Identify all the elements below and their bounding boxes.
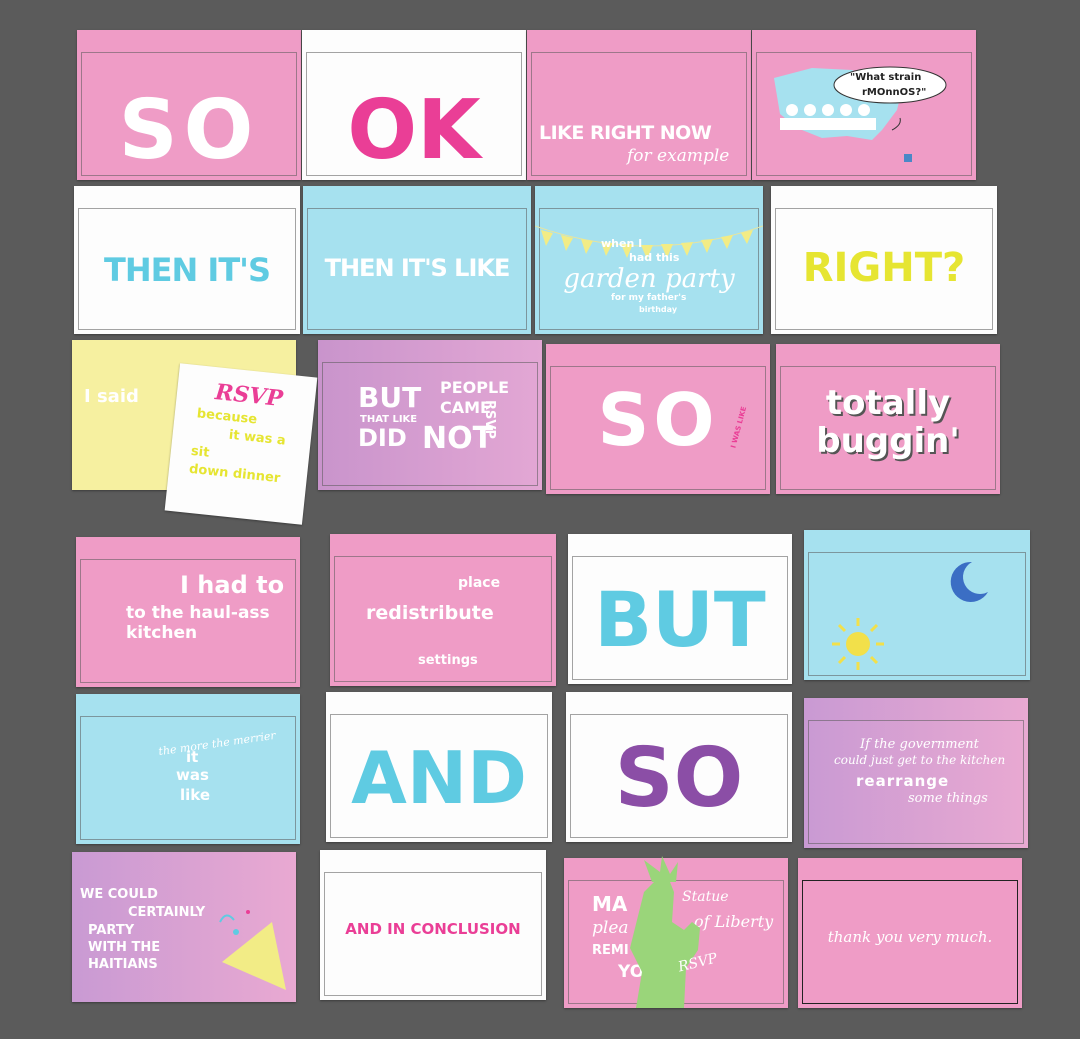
card-right: RIGHT?	[771, 186, 997, 334]
kitchen-text: kitchen	[126, 623, 198, 643]
settings-text: settings	[418, 653, 478, 668]
totally-text: totally	[825, 383, 951, 423]
but-text: BUT	[358, 381, 422, 414]
and-in-conclusion-text: AND IN CONCLUSION	[345, 920, 521, 938]
haitians-text: HAITIANS	[88, 957, 158, 972]
card-so-3: SO	[566, 692, 792, 842]
buggin-text: buggin'	[816, 421, 960, 461]
we-could-text: WE COULD	[80, 887, 158, 902]
card-haitians: WE COULD CERTAINLY PARTY WITH THE HAITIA…	[72, 852, 296, 1002]
party-text: PARTY	[88, 923, 135, 938]
and-text: AND	[351, 736, 527, 820]
because-text: because	[196, 406, 258, 428]
card-then-its: THEN IT'S	[74, 186, 300, 334]
card-garden-party: when I had this garden party for my fath…	[535, 186, 763, 334]
then-its-like-text: THEN IT'S LIKE	[324, 254, 511, 282]
card-thank-you: thank you very much.	[798, 858, 1022, 1008]
card-i-had-to: I had to to the haul-ass kitchen	[76, 537, 300, 687]
like-text: like	[180, 786, 211, 804]
when-i-text: when I	[601, 237, 643, 250]
garden-party-text: garden party	[563, 264, 735, 294]
had-this-text: had this	[629, 251, 680, 264]
card-government: If the government could just get to the …	[804, 698, 1028, 848]
card-but-people: BUT PEOPLE CAME THAT LIKE DID NOT RSVP	[318, 340, 542, 490]
could-just-text: could just get to the kitchen	[834, 753, 1006, 767]
i-had-to-text: I had to	[180, 571, 285, 599]
card-but-2: BUT	[568, 534, 792, 684]
was-text: was	[176, 766, 209, 784]
to-the-haul-text: to the haul-ass	[126, 603, 270, 623]
thank-you-text: thank you very much.	[827, 928, 993, 946]
so-3-text: SO	[614, 731, 744, 826]
birthday-text: birthday	[639, 305, 678, 314]
right-text: RIGHT?	[802, 245, 966, 291]
rsvp-text: RSVP	[213, 379, 285, 413]
card-like-right-now: LIKE RIGHT NOW for example	[527, 30, 751, 180]
moon-icon	[950, 561, 988, 602]
card-and-in-conclusion: AND IN CONCLUSION	[320, 850, 546, 1000]
but-2-text: BUT	[594, 575, 766, 664]
card-so: SO	[77, 30, 301, 180]
it-text: it	[186, 748, 199, 766]
map-bubble-line-2: rMOnnOS?"	[862, 87, 927, 98]
it-was-a-text: it was a	[228, 427, 287, 449]
down-dinner-text: down dinner	[188, 461, 281, 487]
card-rsvp-note: RSVP because it was a sit down dinner	[164, 363, 318, 525]
people-text: PEOPLE	[440, 378, 510, 397]
card-then-its-like: THEN IT'S LIKE	[303, 186, 531, 334]
rsvp-vertical-text: RSVP	[482, 400, 497, 439]
if-government-text: If the government	[860, 737, 979, 752]
card-so-text: SO	[118, 83, 260, 178]
fathers-bday-text: for my father's	[611, 293, 687, 303]
usa-map-icon	[774, 66, 947, 162]
for-example-text: for example	[627, 146, 730, 166]
card-redistribute: place redistribute settings	[330, 534, 556, 686]
card-sun-moon	[804, 530, 1030, 680]
rearrange-text: rearrange	[856, 772, 950, 790]
some-things-text: some things	[908, 791, 988, 806]
card-so-2: SO I WAS LIKE	[546, 344, 770, 494]
i-said-text: I said	[84, 386, 139, 407]
statue-of-liberty-icon	[630, 856, 700, 1008]
card-more-the-merrier: the more the merrier it was like	[76, 694, 300, 844]
place-text: place	[458, 575, 501, 591]
with-the-text: WITH THE	[88, 940, 161, 955]
certainly-text: CERTAINLY	[128, 905, 206, 920]
card-ok: OK	[302, 30, 526, 180]
card-totally-buggin: totally buggin'	[776, 344, 1000, 494]
card-ok-text: OK	[347, 83, 481, 178]
sit-text: sit	[190, 443, 211, 461]
confetti-icon	[219, 910, 286, 990]
then-its-text: THEN IT'S	[104, 251, 271, 289]
like-right-now-text: LIKE RIGHT NOW	[539, 122, 712, 144]
redistribute-text: redistribute	[366, 602, 494, 624]
did-text: DID	[358, 424, 407, 452]
card-and: AND	[326, 692, 552, 842]
map-bubble-line-1: "What strain	[850, 72, 922, 83]
card-map: "What strain rMOnnOS?"	[752, 30, 976, 180]
sun-icon	[832, 618, 884, 670]
